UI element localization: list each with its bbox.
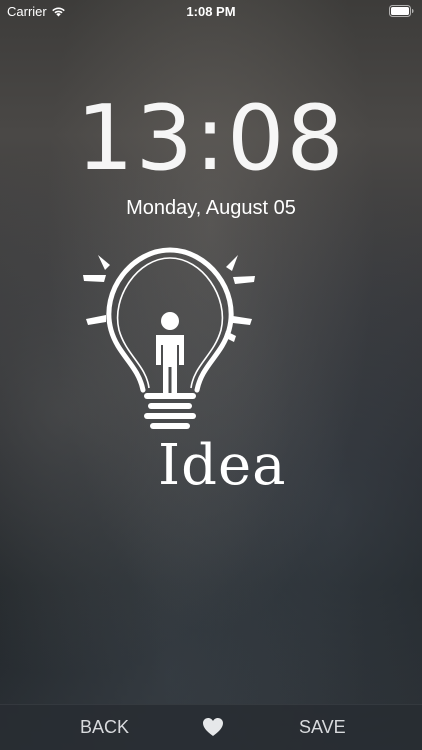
idea-logo-text: Idea bbox=[158, 433, 287, 498]
save-button[interactable]: SAVE bbox=[299, 717, 346, 738]
bottom-toolbar: BACK SAVE bbox=[0, 704, 422, 750]
status-bar: Carrier 1:08 PM bbox=[0, 0, 422, 22]
back-button[interactable]: BACK bbox=[80, 717, 129, 738]
battery-icon bbox=[389, 5, 414, 17]
status-time: 1:08 PM bbox=[186, 4, 236, 19]
heart-icon[interactable] bbox=[202, 717, 224, 737]
lock-screen-clock: 13:08 bbox=[0, 86, 422, 191]
clock-time: 13:08 bbox=[76, 86, 346, 191]
wallpaper-preview: Carrier 1:08 PM 13:08 Monday, August 05 bbox=[0, 0, 422, 750]
lock-screen-date: Monday, August 05 bbox=[126, 197, 296, 219]
